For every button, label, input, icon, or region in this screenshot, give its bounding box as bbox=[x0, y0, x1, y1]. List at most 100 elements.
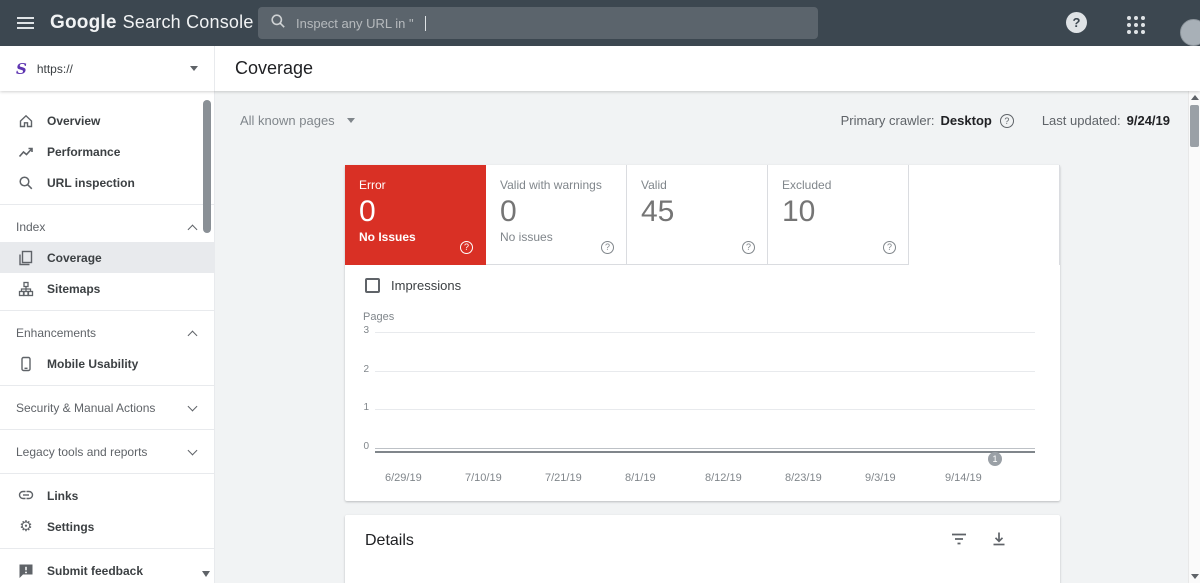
sidebar-item-label: Performance bbox=[47, 145, 120, 159]
sidebar-item-label: URL inspection bbox=[47, 176, 135, 190]
divider bbox=[0, 204, 214, 205]
sidebar: Overview Performance URL inspection Inde… bbox=[0, 91, 215, 583]
sidebar-item-label: Submit feedback bbox=[47, 564, 143, 578]
divider bbox=[0, 310, 214, 311]
sidebar-item-label: Links bbox=[47, 489, 78, 503]
hamburger-menu-icon[interactable] bbox=[0, 0, 50, 46]
tile-label: Valid with warnings bbox=[500, 178, 612, 192]
help-circle-icon[interactable]: ? bbox=[601, 241, 614, 254]
divider bbox=[0, 385, 214, 386]
header-band: S https:// Coverage bbox=[0, 46, 1200, 91]
sidebar-scrollbar-thumb[interactable] bbox=[203, 100, 211, 233]
section-label: Security & Manual Actions bbox=[16, 401, 155, 415]
divider bbox=[0, 548, 214, 549]
sidebar-item-links[interactable]: Links bbox=[0, 480, 214, 511]
logo-google: Google bbox=[50, 12, 117, 34]
x-tick: 9/3/19 bbox=[865, 472, 896, 484]
help-circle-icon[interactable]: ? bbox=[460, 241, 473, 254]
x-tick: 7/10/19 bbox=[465, 472, 502, 484]
tile-valid-with-warnings[interactable]: Valid with warnings 0 No issues ? bbox=[486, 165, 627, 265]
gridline bbox=[375, 409, 1035, 410]
filter-icon[interactable] bbox=[950, 530, 968, 548]
sidebar-section-enhancements[interactable]: Enhancements bbox=[0, 317, 214, 348]
gridline bbox=[375, 332, 1035, 333]
feedback-icon bbox=[18, 563, 34, 579]
app-logo[interactable]: Google Search Console bbox=[50, 12, 254, 34]
y-tick: 2 bbox=[351, 364, 369, 375]
sidebar-item-label: Settings bbox=[47, 520, 94, 534]
crawler-value: Desktop bbox=[941, 113, 992, 128]
sidebar-item-label: Overview bbox=[47, 114, 100, 128]
x-tick: 9/14/19 bbox=[945, 472, 982, 484]
property-selector[interactable]: S https:// bbox=[0, 46, 215, 91]
tile-value: 0 bbox=[500, 195, 612, 228]
performance-chart-icon bbox=[18, 144, 34, 160]
property-url: https:// bbox=[37, 62, 73, 76]
scroll-down-arrow[interactable] bbox=[1191, 574, 1199, 579]
sidebar-item-coverage[interactable]: Coverage bbox=[0, 242, 214, 273]
tile-label: Excluded bbox=[782, 178, 894, 192]
gridline bbox=[375, 371, 1035, 372]
tile-value: 10 bbox=[782, 195, 894, 228]
sidebar-section-security[interactable]: Security & Manual Actions bbox=[0, 392, 214, 423]
sidebar-section-index[interactable]: Index bbox=[0, 211, 214, 242]
tile-subtext: No Issues bbox=[359, 230, 471, 244]
gridline bbox=[375, 448, 1035, 449]
download-icon[interactable] bbox=[990, 530, 1008, 548]
main-scrollbar[interactable] bbox=[1188, 91, 1200, 583]
coverage-pages-icon bbox=[18, 250, 34, 266]
impressions-checkbox[interactable]: Impressions bbox=[365, 278, 461, 293]
sidebar-scroll-down-arrow[interactable] bbox=[202, 571, 210, 577]
divider bbox=[0, 429, 214, 430]
sidebar-item-url-inspection[interactable]: URL inspection bbox=[0, 167, 214, 198]
checkbox-icon bbox=[365, 278, 380, 293]
section-label: Legacy tools and reports bbox=[16, 445, 147, 459]
y-axis-label: Pages bbox=[363, 311, 394, 323]
tile-error[interactable]: Error 0 No Issues ? bbox=[345, 165, 486, 265]
sidebar-item-mobile-usability[interactable]: Mobile Usability bbox=[0, 348, 214, 379]
help-circle-icon[interactable]: ? bbox=[883, 241, 896, 254]
scrollbar-thumb[interactable] bbox=[1190, 105, 1199, 147]
help-circle-icon[interactable]: ? bbox=[742, 241, 755, 254]
last-updated-value: 9/24/19 bbox=[1127, 113, 1170, 128]
tile-valid[interactable]: Valid 45 ? bbox=[627, 165, 768, 265]
scope-label: All known pages bbox=[240, 113, 335, 128]
help-circle-icon[interactable]: ? bbox=[1000, 114, 1014, 128]
search-icon bbox=[270, 13, 286, 34]
url-inspect-search-input[interactable]: Inspect any URL in " bbox=[258, 7, 818, 39]
mobile-phone-icon bbox=[18, 356, 34, 372]
chevron-down-icon bbox=[188, 401, 198, 411]
page-title: Coverage bbox=[235, 58, 313, 79]
apps-grid-icon[interactable] bbox=[1127, 16, 1145, 34]
sidebar-item-submit-feedback[interactable]: Submit feedback bbox=[0, 555, 214, 583]
tile-filler bbox=[909, 165, 1060, 265]
sidebar-item-sitemaps[interactable]: Sitemaps bbox=[0, 273, 214, 304]
series-line bbox=[375, 451, 1035, 453]
scroll-up-arrow[interactable] bbox=[1191, 95, 1199, 100]
details-title: Details bbox=[365, 532, 414, 550]
coverage-chart: Pages 3 2 1 0 1 6/29/19 7/10/19 7/21/19 … bbox=[345, 305, 1060, 501]
help-icon[interactable]: ? bbox=[1066, 12, 1087, 33]
text-cursor bbox=[425, 16, 426, 31]
sidebar-item-performance[interactable]: Performance bbox=[0, 136, 214, 167]
tile-value: 45 bbox=[641, 195, 753, 228]
topbar: Google Search Console Inspect any URL in… bbox=[0, 0, 1200, 46]
links-chain-icon bbox=[18, 488, 34, 504]
home-icon bbox=[18, 113, 34, 129]
avatar[interactable] bbox=[1180, 19, 1200, 46]
magnifier-icon bbox=[18, 175, 34, 191]
sidebar-section-legacy-tools[interactable]: Legacy tools and reports bbox=[0, 436, 214, 467]
sitemap-tree-icon bbox=[18, 281, 34, 297]
sidebar-item-overview[interactable]: Overview bbox=[0, 105, 214, 136]
page-scope-dropdown[interactable]: All known pages bbox=[240, 113, 355, 128]
sidebar-item-label: Mobile Usability bbox=[47, 357, 138, 371]
gear-icon: ⚙ bbox=[18, 519, 34, 535]
x-tick: 8/1/19 bbox=[625, 472, 656, 484]
x-tick: 8/12/19 bbox=[705, 472, 742, 484]
tile-excluded[interactable]: Excluded 10 ? bbox=[768, 165, 909, 265]
sidebar-item-settings[interactable]: ⚙ Settings bbox=[0, 511, 214, 542]
x-tick: 7/21/19 bbox=[545, 472, 582, 484]
crawler-label: Primary crawler: bbox=[841, 113, 935, 128]
y-tick: 0 bbox=[351, 441, 369, 452]
y-tick: 1 bbox=[351, 402, 369, 413]
